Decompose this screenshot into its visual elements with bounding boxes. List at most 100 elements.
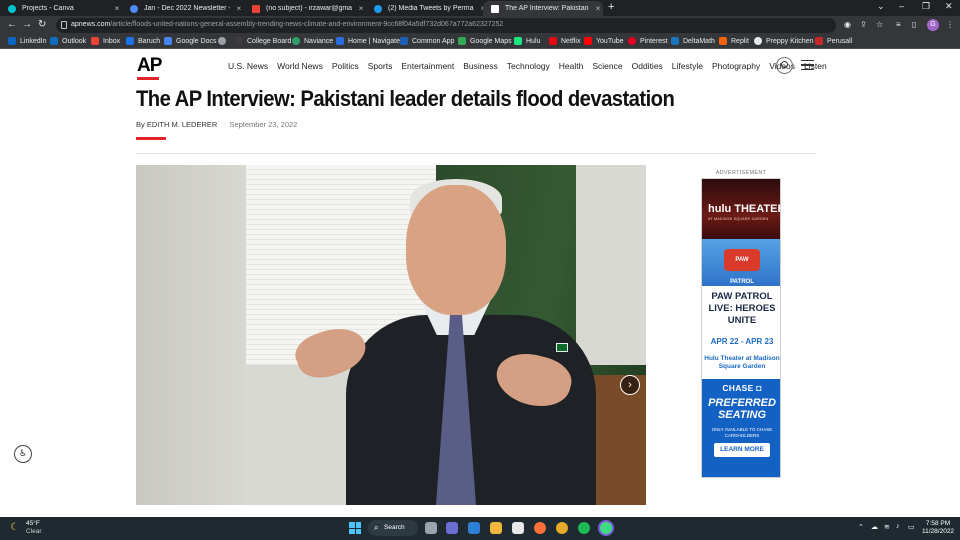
close-icon[interactable]: ×	[593, 4, 603, 13]
menu-kebab-icon[interactable]: ⋮	[946, 20, 954, 29]
college-board-icon	[235, 37, 243, 45]
chrome-icon[interactable]	[556, 522, 568, 534]
bookmark-google-maps[interactable]: Google Maps	[458, 37, 512, 45]
ap-logo[interactable]: AP	[137, 55, 162, 77]
bookmark-youtube[interactable]: YouTube	[584, 37, 624, 45]
back-arrow-icon[interactable]: ←	[7, 19, 17, 30]
canva-icon	[8, 4, 16, 13]
search-icon[interactable]	[776, 57, 793, 74]
restore-icon[interactable]: ❐	[922, 1, 930, 12]
byline: By EDITH M. LEDERER September 23, 2022	[136, 120, 298, 129]
ad-preferred: PREFERRED SEATING	[708, 397, 776, 421]
tab-newsletter[interactable]: Jan - Dec 2022 Newsletter - US | ×	[122, 1, 244, 16]
hulu-icon	[514, 37, 522, 45]
bookmark-preppy-kitchen[interactable]: Preppy Kitchen	[754, 37, 813, 45]
nav-science[interactable]: Science	[592, 61, 622, 71]
divider	[136, 153, 816, 154]
accessibility-icon[interactable]: ♿	[14, 445, 32, 463]
bookmark-college-board[interactable]: College Board	[235, 37, 291, 45]
nav-technology[interactable]: Technology	[507, 61, 550, 71]
forward-arrow-icon[interactable]: →	[22, 19, 32, 30]
nav-sports[interactable]: Sports	[368, 61, 393, 71]
tab-canva[interactable]: Projects - Canva ×	[0, 1, 122, 16]
firefox-icon[interactable]	[534, 522, 546, 534]
tab-twitter[interactable]: (2) Media Tweets by Permanent I ×	[366, 1, 488, 16]
bookmark-hulu[interactable]: Hulu	[514, 37, 540, 45]
bookmark-common-app[interactable]: Common App	[400, 37, 454, 45]
article-page: AP U.S. News World News Politics Sports …	[0, 50, 960, 517]
ad-label: ADVERTISEMENT	[715, 170, 767, 176]
nav-oddities[interactable]: Oddities	[632, 61, 663, 71]
nav-world-news[interactable]: World News	[277, 61, 323, 71]
tab-gmail[interactable]: (no subject) - irzawar@gmail.cor ×	[244, 1, 366, 16]
task-view-icon[interactable]	[425, 522, 437, 534]
replit-icon	[719, 37, 727, 45]
common-app-icon	[400, 37, 408, 45]
site-nav: U.S. News World News Politics Sports Ent…	[228, 61, 836, 71]
moon-icon[interactable]: ☾	[10, 522, 19, 533]
wifi-icon[interactable]: ≋	[884, 523, 890, 531]
media-control-icon[interactable]: ≡	[896, 20, 901, 29]
nav-entertainment[interactable]: Entertainment	[401, 61, 454, 71]
nav-politics[interactable]: Politics	[332, 61, 359, 71]
bookmark-globe[interactable]	[218, 37, 230, 45]
minimize-icon[interactable]: –	[899, 1, 904, 11]
bookmark-navigate[interactable]: Home | Navigate	[336, 37, 400, 45]
battery-icon[interactable]: ▭	[908, 523, 915, 531]
taskbar-search[interactable]: Search	[368, 520, 418, 536]
bookmark-star-icon[interactable]: ☆	[876, 20, 883, 29]
gallery-next-button[interactable]: ›	[620, 375, 640, 395]
close-icon[interactable]: ×	[356, 4, 366, 13]
tab-ap-interview[interactable]: The AP Interview: Pakistani leade ×	[483, 1, 603, 16]
volume-icon[interactable]: ♪	[896, 523, 900, 530]
chrome-active-icon[interactable]	[600, 522, 612, 534]
bookmark-replit[interactable]: Replit	[719, 37, 749, 45]
google-lens-icon[interactable]: ◉	[844, 20, 851, 29]
advertisement[interactable]: hulu THEATER AT MADISON SQUARE GARDEN PA…	[701, 178, 781, 478]
side-panel-icon[interactable]: ▯	[912, 20, 916, 29]
nav-health[interactable]: Health	[559, 61, 584, 71]
nav-business[interactable]: Business	[463, 61, 498, 71]
windows-taskbar: ☾ 45°F Clear Search ⌃ ☁ ≋ ♪ ▭ 7:58 PM 11…	[0, 517, 960, 540]
bookmark-naviance[interactable]: Naviance	[292, 37, 333, 45]
chevron-up-icon[interactable]: ⌃	[858, 523, 864, 531]
gmail-icon	[91, 37, 99, 45]
learn-more-button[interactable]: LEARN MORE	[714, 443, 770, 457]
author-link[interactable]: EDITH M. LEDERER	[147, 120, 217, 129]
new-tab-button[interactable]: +	[608, 1, 614, 13]
hamburger-menu-icon[interactable]	[801, 60, 814, 70]
share-icon[interactable]: ⇪	[860, 20, 867, 29]
spotify-icon[interactable]	[578, 522, 590, 534]
ad-brand-sub: AT MADISON SQUARE GARDEN	[708, 217, 769, 221]
window-close-icon[interactable]: ✕	[945, 1, 953, 12]
naviance-icon	[292, 37, 300, 45]
close-icon[interactable]: ×	[234, 4, 244, 13]
bookmark-inbox[interactable]: Inbox	[91, 37, 120, 45]
cloud-icon[interactable]: ☁	[871, 523, 878, 531]
reload-icon[interactable]: ↻	[38, 19, 46, 30]
weather-widget[interactable]: 45°F Clear	[26, 520, 42, 536]
microsoft-store-icon[interactable]	[512, 522, 524, 534]
teams-chat-icon[interactable]	[446, 522, 458, 534]
bookmark-deltamath[interactable]: DeltaMath	[671, 37, 715, 45]
bookmark-perusall[interactable]: Perusall	[815, 37, 852, 45]
bookmark-netflix[interactable]: Netflix	[549, 37, 580, 45]
bookmark-outlook[interactable]: Outlook	[50, 37, 86, 45]
bookmark-pinterest[interactable]: Pinterest	[628, 37, 668, 45]
youtube-icon	[584, 37, 592, 45]
lead-photo[interactable]	[136, 165, 646, 505]
nav-photography[interactable]: Photography	[712, 61, 760, 71]
mail-icon[interactable]	[468, 522, 480, 534]
chevron-down-icon[interactable]: ⌄	[877, 1, 885, 12]
windows-start-icon[interactable]	[349, 522, 361, 534]
bookmark-baruch[interactable]: Baruch	[126, 37, 160, 45]
nav-lifestyle[interactable]: Lifestyle	[672, 61, 703, 71]
file-explorer-icon[interactable]	[490, 522, 502, 534]
nav-us-news[interactable]: U.S. News	[228, 61, 268, 71]
bookmark-linkedin[interactable]: LinkedIn	[8, 37, 46, 45]
close-icon[interactable]: ×	[112, 4, 122, 13]
bookmark-google-docs[interactable]: Google Docs	[164, 37, 216, 45]
address-bar[interactable]: apnews.com/article/floods-united-nations…	[56, 18, 836, 33]
clock[interactable]: 7:58 PM 11/28/2022	[922, 520, 954, 536]
profile-avatar[interactable]: G	[927, 19, 939, 31]
